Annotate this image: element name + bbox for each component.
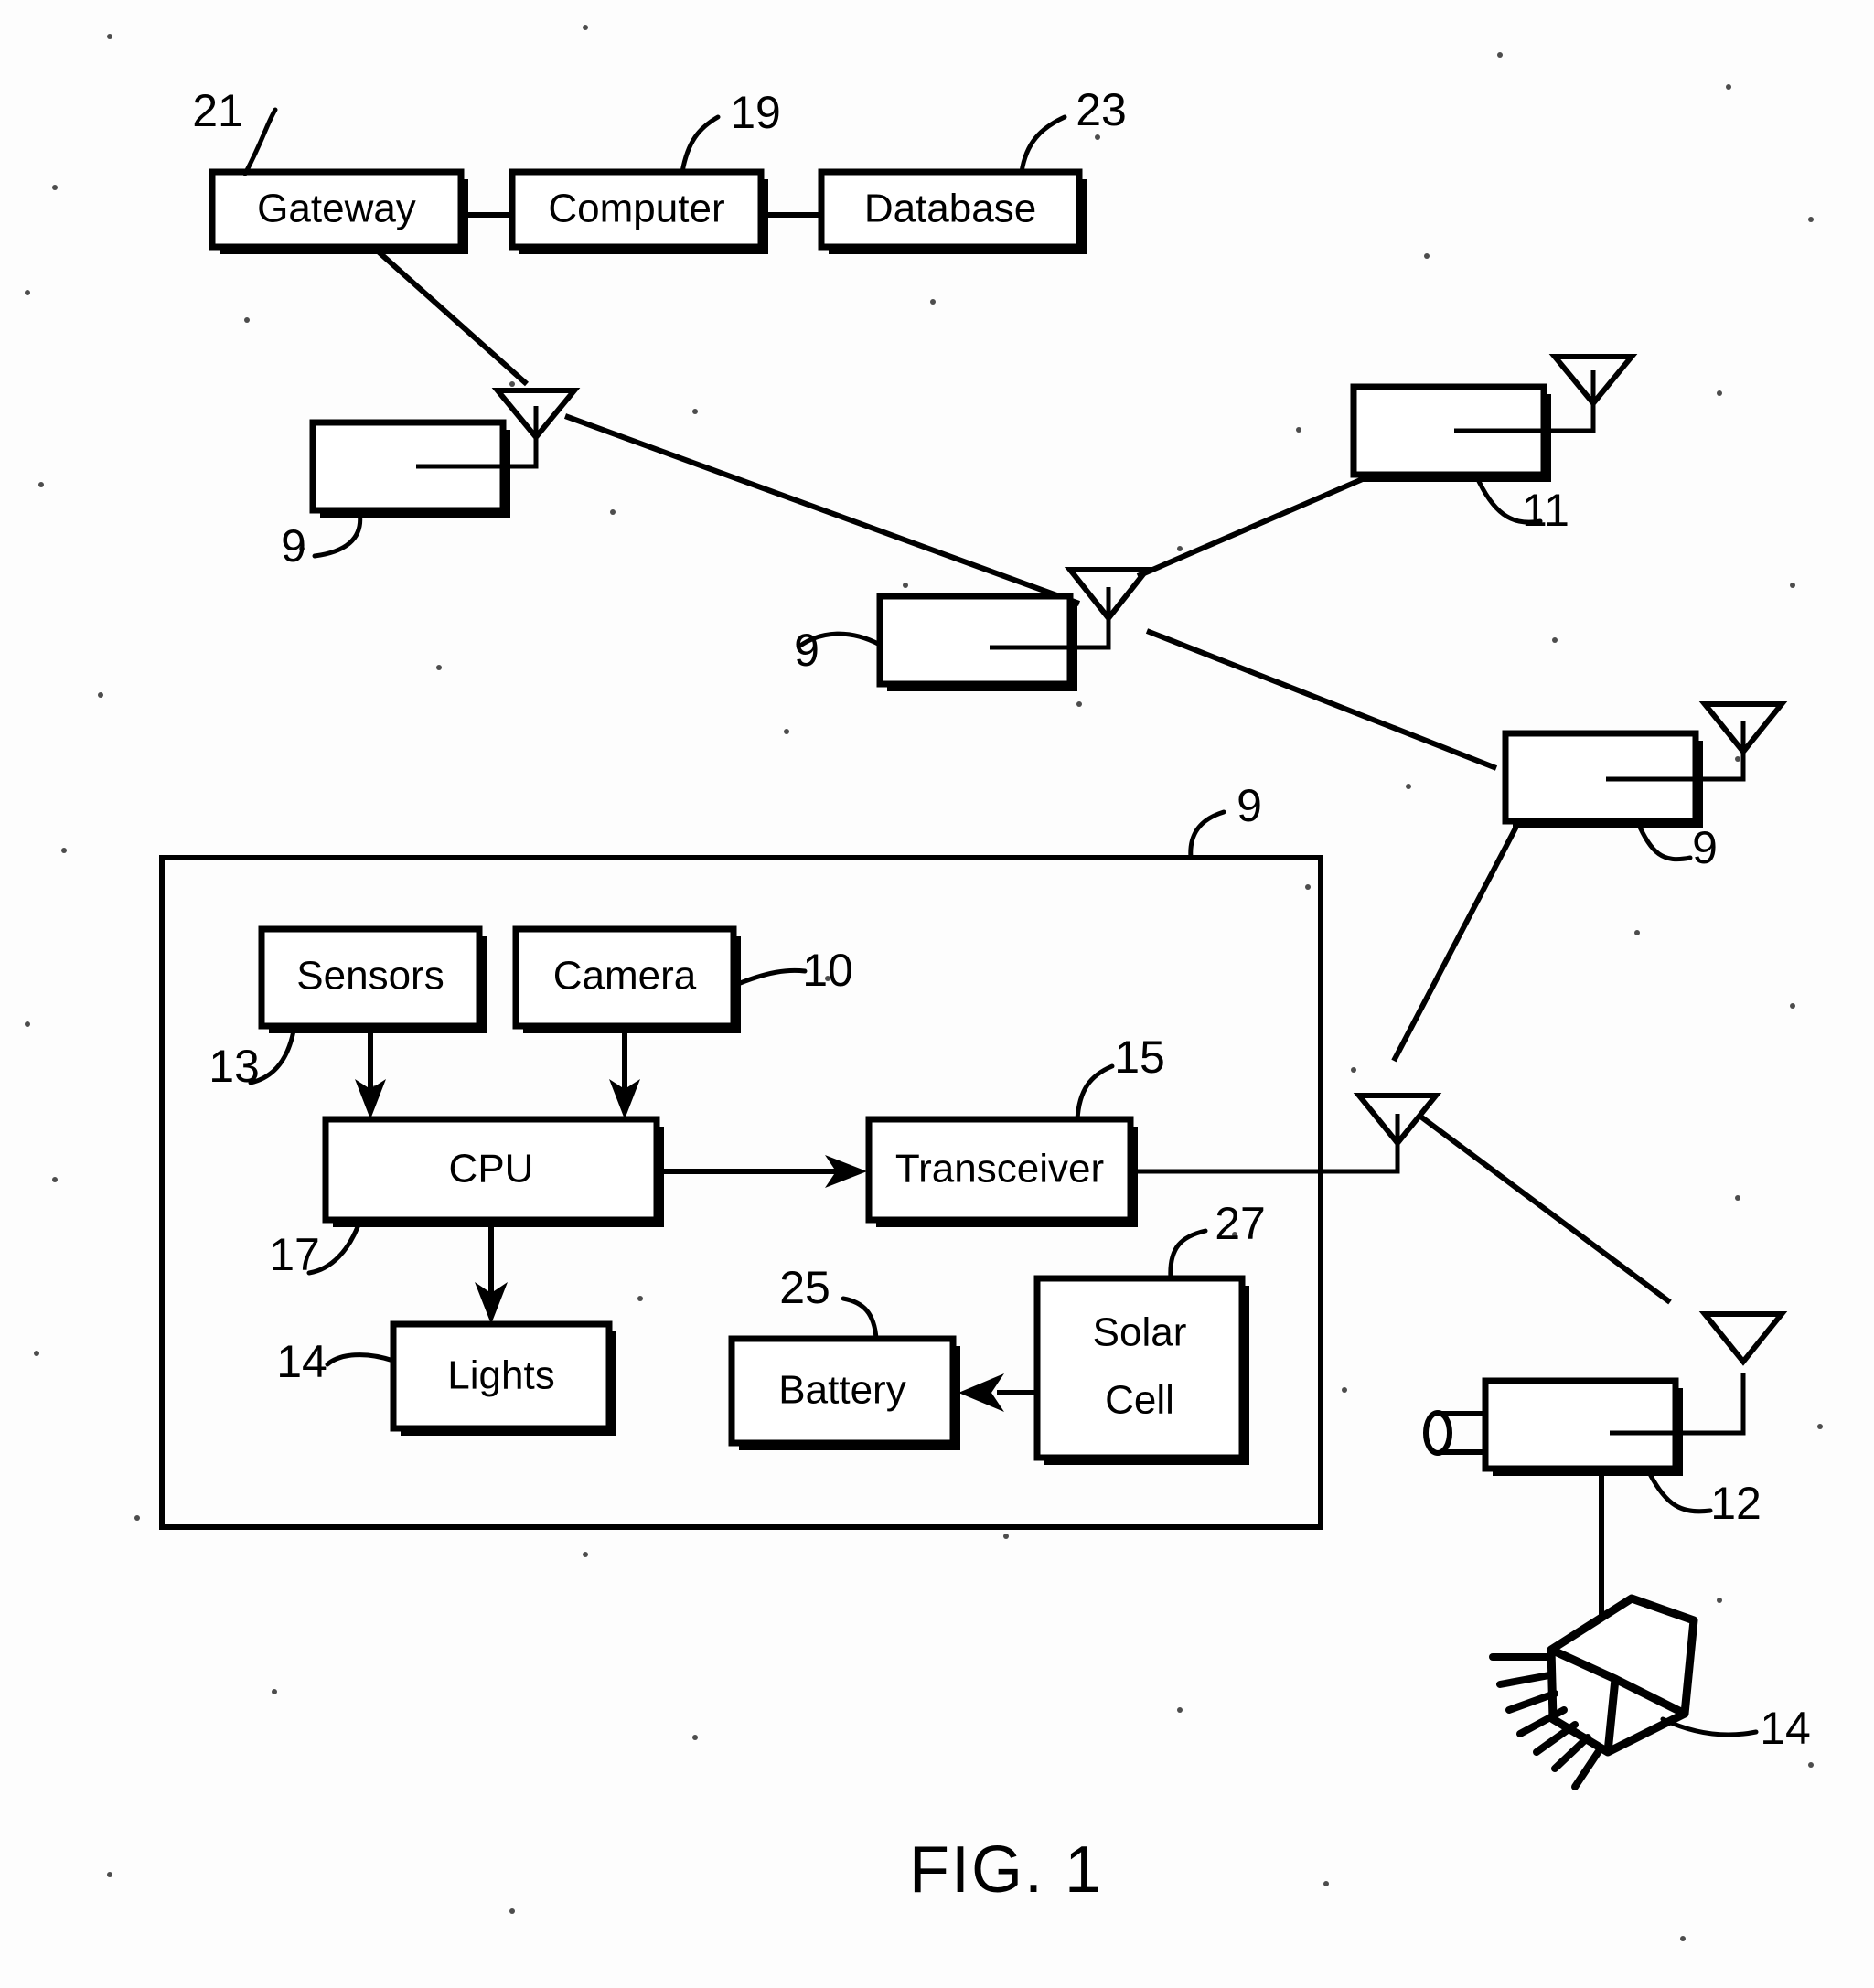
sensors-label: Sensors: [296, 954, 444, 999]
node-camera[interactable]: [1423, 1311, 1788, 1476]
node-center[interactable]: [876, 567, 1153, 691]
ref-10: 10: [802, 945, 853, 996]
arrow-sensors-cpu: [355, 1026, 386, 1119]
link-gateway-node: [373, 246, 529, 387]
ref-14-fixture: 14: [1760, 1703, 1811, 1754]
sensors-ref-leader: 13: [209, 1023, 297, 1092]
ref-19: 19: [730, 87, 781, 138]
transceiver-ref-leader: 15: [1075, 1031, 1165, 1122]
cpu-label: CPU: [449, 1147, 534, 1192]
ref-13: 13: [209, 1041, 260, 1092]
node-upper-right[interactable]: [1350, 354, 1638, 482]
transceiver-label: Transceiver: [895, 1147, 1104, 1192]
ref-15: 15: [1114, 1031, 1165, 1083]
cpu-ref-leader: 17: [269, 1217, 363, 1280]
gateway-label: Gateway: [257, 187, 416, 231]
computer-label: Computer: [548, 187, 724, 231]
ref-9-detail: 9: [1237, 780, 1262, 831]
figure-caption: FIG. 1: [909, 1833, 1103, 1907]
database-ref-leader: 23: [1019, 84, 1127, 175]
battery-ref-leader: 25: [779, 1262, 879, 1341]
camera-label: Camera: [553, 954, 697, 999]
node-upper-left[interactable]: [309, 388, 581, 518]
transceiver-antenna-feed: [1130, 1114, 1400, 1174]
lights-ref-leader: 14: [276, 1336, 396, 1387]
sensors-block[interactable]: Sensors: [258, 925, 487, 1033]
ref-27: 27: [1215, 1198, 1266, 1249]
ref-17: 17: [269, 1229, 320, 1280]
node-right[interactable]: [1502, 701, 1788, 828]
solar-cell-label-line1: Solar: [1093, 1310, 1187, 1355]
street-light-icon: [1489, 1594, 1698, 1790]
link-node-center-ur: [1136, 476, 1366, 579]
database-block[interactable]: Database: [818, 168, 1087, 254]
battery-label: Battery: [778, 1368, 905, 1413]
cpu-block[interactable]: CPU: [322, 1116, 664, 1227]
camera-block[interactable]: Camera: [512, 925, 741, 1033]
lights-label: Lights: [447, 1353, 554, 1398]
link-node-center-right: [1145, 628, 1498, 771]
link-node-right-detail: [1391, 821, 1521, 1063]
figure-canvas: Gateway 21 Computer 19 Database 23 9 9 1…: [25, 25, 1823, 1941]
patent-figure: Gateway 21 Computer 19 Database 23 9 9 1…: [0, 0, 1874, 1988]
solar-cell-ref-leader: 27: [1168, 1198, 1266, 1281]
gateway-ref-leader: 21: [192, 85, 278, 176]
transceiver-block[interactable]: Transceiver: [865, 1116, 1138, 1227]
camera-ref-leader: 10: [731, 945, 853, 996]
ref-12: 12: [1710, 1478, 1762, 1529]
ref-21: 21: [192, 85, 243, 136]
arrow-camera-cpu: [609, 1026, 640, 1119]
node-right-ref-leader: 9: [1634, 818, 1718, 873]
node-upper-right-ref-leader: 11: [1473, 473, 1569, 536]
ref-9-upper-left: 9: [281, 520, 306, 572]
lights-block[interactable]: Lights: [390, 1320, 616, 1436]
computer-block[interactable]: Computer: [509, 168, 768, 254]
node-upper-left-ref-leader: 9: [281, 509, 363, 572]
link-node-ul-center: [563, 413, 1081, 606]
antenna-icon: [1698, 1311, 1788, 1366]
database-label: Database: [864, 187, 1036, 231]
arrow-cpu-lights: [475, 1227, 508, 1324]
ref-14-lights: 14: [276, 1336, 327, 1387]
battery-block[interactable]: Battery: [728, 1335, 960, 1450]
detail-box-ref-leader: 9: [1188, 780, 1262, 860]
ref-11: 11: [1522, 485, 1569, 536]
ref-23: 23: [1076, 84, 1127, 135]
ref-9-right: 9: [1692, 822, 1718, 873]
arrow-solar-battery: [958, 1373, 1044, 1412]
link-detail-camera-node: [1418, 1113, 1672, 1305]
gateway-block[interactable]: Gateway: [209, 168, 468, 254]
solar-cell-block[interactable]: Solar Cell: [1033, 1275, 1249, 1465]
arrow-cpu-transceiver: [664, 1155, 867, 1188]
ref-25: 25: [779, 1262, 830, 1313]
solar-cell-label-line2: Cell: [1105, 1378, 1174, 1423]
computer-ref-leader: 19: [680, 87, 781, 175]
node-center-ref-leader: 9: [794, 625, 883, 676]
node-camera-ref-leader: 12: [1647, 1471, 1762, 1529]
ref-9-center: 9: [794, 625, 819, 676]
